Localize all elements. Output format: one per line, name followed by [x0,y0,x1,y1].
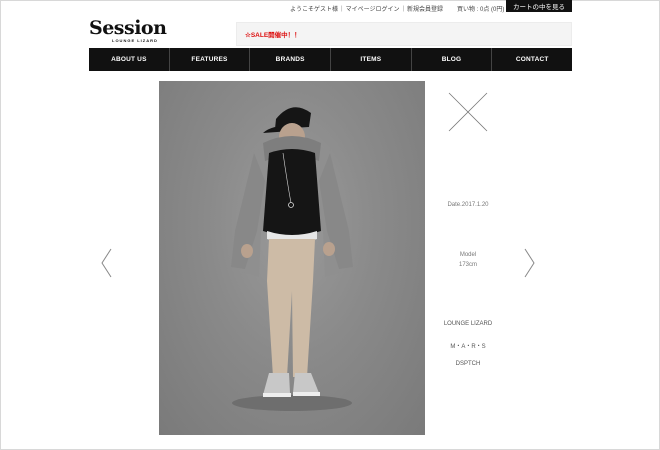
brand-link-lounge-lizard[interactable]: LOUNGE LIZARD [428,321,508,327]
cart-summary: 買い物 : 0点 (0円) [457,7,505,13]
brand-link-mars[interactable]: M・A・R・S [428,341,508,350]
model-figure [231,107,353,411]
nav-items[interactable]: ITEMS [330,48,411,71]
nav-contact[interactable]: CONTACT [491,48,572,71]
sale-notice-text: ☆SALE開催中！！ [245,32,301,39]
nav-about-us[interactable]: ABOUT US [89,48,169,71]
nav-blog[interactable]: BLOG [410,48,492,71]
logo-wordmark: Session [89,17,167,39]
chevron-left-icon[interactable] [100,248,112,278]
site-logo[interactable]: Session LOUNGE LIZARD [89,17,167,44]
model-label: Model [459,252,477,258]
nav-brands[interactable]: BRANDS [249,48,330,71]
brand-link-dsptch[interactable]: DSPTCH [428,361,508,367]
divider: | [341,5,343,12]
register-link[interactable]: 新規会員登録 [407,4,443,13]
welcome-guest-link[interactable]: ようこそゲスト様 [290,4,338,13]
chevron-right-icon[interactable] [524,248,536,278]
utility-links: ようこそゲスト様 | マイページログイン | 新規会員登録 買い物 : 0点 (… [290,4,505,14]
nav-features[interactable]: FEATURES [168,48,250,71]
view-cart-button[interactable]: カートの中を見る [506,0,572,12]
divider: | [402,5,405,12]
mypage-login-link[interactable]: マイページログイン [346,4,400,13]
sale-notice[interactable]: ☆SALE開催中！！ [236,22,572,46]
close-icon[interactable] [448,92,488,132]
model-height: 173cm [458,262,477,268]
post-date: Date.2017.1.20 [447,202,489,208]
main-nav: ABOUT US FEATURES BRANDS ITEMS BLOG CONT… [89,48,572,71]
look-photo [159,81,425,435]
